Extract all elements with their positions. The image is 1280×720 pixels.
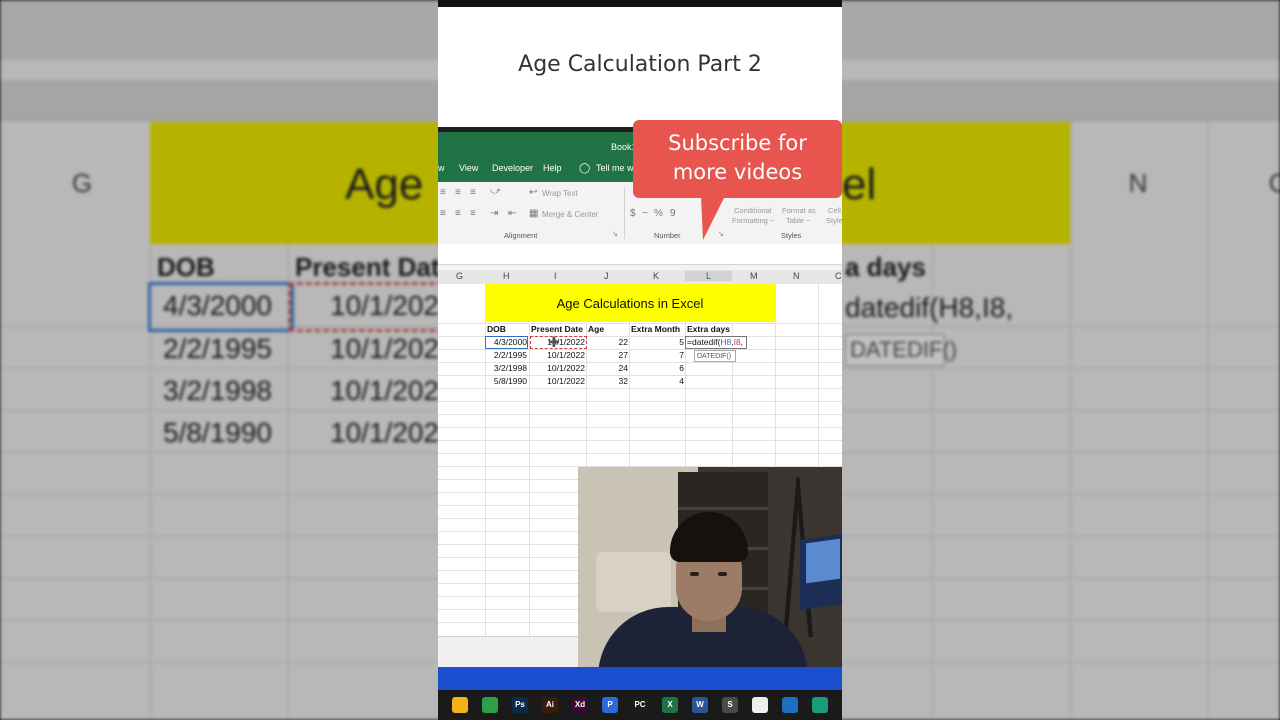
cell-age[interactable]: 22 (588, 337, 628, 347)
video-frame: Age Calculation Part 2 Book1 w View Deve… (438, 0, 842, 720)
dropdown-icon[interactable]: ~ (642, 208, 648, 219)
subscribe-bubble[interactable]: Subscribe for more videos (633, 120, 842, 198)
format-as-table-button[interactable]: Format as (782, 206, 816, 215)
align-middle-icon[interactable]: ≡ (455, 187, 461, 198)
wrap-text-button[interactable]: Wrap Text (542, 189, 578, 198)
file-explorer-icon[interactable] (452, 697, 468, 713)
currency-icon[interactable]: $ (630, 208, 636, 219)
sheet-title: Age Calculations in Excel (556, 296, 704, 311)
vscode-icon[interactable] (782, 697, 798, 713)
top-strip (438, 0, 842, 7)
cell-extra-month[interactable]: 5 (631, 337, 684, 347)
header-cell-present-date[interactable]: Present Date (531, 324, 583, 334)
tab-view[interactable]: View (459, 163, 478, 173)
indent-icon[interactable]: ⇥ (490, 208, 498, 219)
cell-age[interactable]: 24 (588, 363, 628, 373)
styles-group-label: Styles (781, 231, 802, 240)
col-header[interactable]: N (793, 271, 800, 281)
alignment-launcher-icon[interactable]: ↘ (612, 230, 618, 238)
col-header[interactable]: K (653, 271, 659, 281)
chrome-icon[interactable] (482, 697, 498, 713)
function-tooltip[interactable]: DATEDIF() (694, 350, 736, 362)
lightbulb-icon: ◯ (579, 163, 591, 174)
outdent-icon[interactable]: ⇤ (508, 208, 516, 219)
col-header[interactable]: G (456, 271, 463, 281)
conditional-formatting-button[interactable]: Conditional (734, 206, 772, 215)
cell-present[interactable]: 10/1/2022 (530, 363, 585, 373)
number-group-label: Number (654, 231, 681, 240)
formula-text: =datedif(H8,I8, (687, 337, 744, 347)
word-icon[interactable]: W (692, 697, 708, 713)
cell-styles-button-line2[interactable]: Styles (826, 216, 842, 225)
cell-age[interactable]: 32 (588, 376, 628, 386)
desktop-wallpaper-strip (438, 667, 842, 690)
subscribe-text: Subscribe for more videos (668, 131, 807, 184)
header-cell-age[interactable]: Age (588, 324, 604, 334)
header-cell-extra-days[interactable]: Extra days (687, 324, 730, 334)
align-center-icon[interactable]: ≡ (455, 208, 461, 219)
tab-help[interactable]: Help (543, 163, 562, 173)
col-header[interactable]: H (503, 271, 510, 281)
xd-icon[interactable]: Xd (572, 697, 588, 713)
tab-developer[interactable]: Developer (492, 163, 533, 173)
cell-styles-button[interactable]: Cell (828, 206, 841, 215)
excel-icon[interactable]: X (662, 697, 678, 713)
obs-icon[interactable] (752, 697, 768, 713)
cursor-icon: ✚ (548, 334, 560, 350)
col-header[interactable]: I (554, 271, 557, 281)
cell-dob[interactable]: 3/2/1998 (487, 363, 527, 373)
align-top-icon[interactable]: ≡ (440, 187, 446, 198)
cell-extra-month[interactable]: 4 (631, 376, 684, 386)
video-title: Age Calculation Part 2 (518, 52, 762, 77)
col-header[interactable]: C (835, 271, 842, 281)
alignment-group-label: Alignment (504, 231, 538, 240)
paint-icon[interactable]: P (602, 697, 618, 713)
col-header[interactable]: J (604, 271, 609, 281)
webcam-overlay (578, 467, 842, 690)
header-cell-extra-month[interactable]: Extra Month (631, 324, 680, 334)
photoshop-icon[interactable]: Ps (512, 697, 528, 713)
wrap-text-icon[interactable]: ↩ (529, 187, 537, 198)
sublime-icon[interactable]: S (722, 697, 738, 713)
cell-present[interactable]: 10/1/2022 (530, 350, 585, 360)
column-headers: G H I J K L M N C (438, 270, 842, 285)
comma-style-icon[interactable]: 9 (670, 208, 676, 219)
merge-icon[interactable]: ▦ (529, 208, 538, 219)
align-bottom-icon[interactable]: ≡ (470, 187, 476, 198)
cell-present[interactable]: 10/1/2022 (530, 376, 585, 386)
col-header-selected[interactable]: L (685, 271, 732, 281)
tab-partial[interactable]: w (438, 163, 445, 173)
illustrator-icon[interactable]: Ai (542, 697, 558, 713)
header-cell-dob[interactable]: DOB (487, 324, 506, 334)
align-right-icon[interactable]: ≡ (470, 208, 476, 219)
active-cell-highlight (485, 336, 528, 349)
conditional-formatting-button-line2[interactable]: Formatting ~ (732, 216, 774, 225)
pycharm-icon[interactable]: PC (632, 697, 648, 713)
merge-center-button[interactable]: Merge & Center (542, 210, 598, 219)
cell-dob[interactable]: 2/2/1995 (487, 350, 527, 360)
align-left-icon[interactable]: ≡ (440, 208, 446, 219)
formula-bar[interactable] (438, 244, 842, 265)
format-as-table-button-line2[interactable]: Table ~ (786, 216, 810, 225)
col-header[interactable]: M (750, 271, 758, 281)
cell-dob[interactable]: 5/8/1990 (487, 376, 527, 386)
cell-extra-month[interactable]: 7 (631, 350, 684, 360)
percent-icon[interactable]: % (654, 208, 663, 219)
number-launcher-icon[interactable]: ↘ (718, 230, 724, 238)
vscode-insiders-icon[interactable] (812, 697, 828, 713)
cell-age[interactable]: 27 (588, 350, 628, 360)
orientation-icon[interactable]: ⤻ (490, 186, 501, 197)
cell-extra-month[interactable]: 6 (631, 363, 684, 373)
